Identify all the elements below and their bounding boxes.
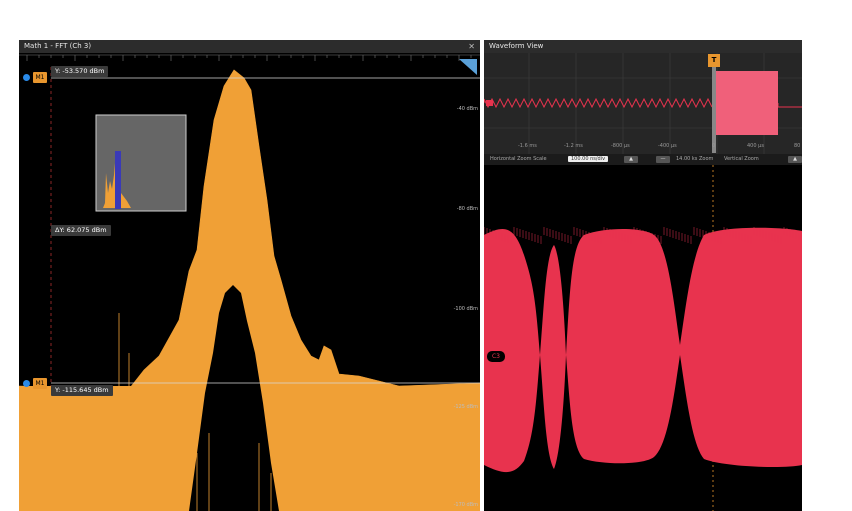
waveform-overview[interactable] bbox=[484, 53, 802, 154]
time-tick: -800 µs bbox=[611, 143, 630, 149]
v-zoom-label: Vertical Zoom bbox=[724, 156, 759, 162]
corner-indicator-icon bbox=[459, 59, 477, 75]
fft-titlebar: Math 1 - FFT (Ch 3) ✕ bbox=[19, 40, 480, 53]
trigger-marker[interactable]: T bbox=[708, 54, 720, 67]
time-tick: -1.2 ms bbox=[564, 143, 583, 149]
cursor-handle-icon[interactable] bbox=[23, 380, 30, 387]
time-tick: -400 µs bbox=[658, 143, 677, 149]
delta-readout: ΔY: 62.075 dBm bbox=[51, 225, 111, 236]
time-tick: 400 µs bbox=[747, 143, 764, 149]
waveform-panel[interactable]: Waveform View T -1.6 ms -1.2 ms -800 µs … bbox=[484, 40, 802, 511]
cursor-tag-bottom[interactable]: M1 bbox=[33, 378, 47, 389]
zoom-window bbox=[712, 63, 716, 153]
close-icon[interactable]: ✕ bbox=[468, 40, 475, 53]
zoom-in-button[interactable]: ▲ bbox=[624, 156, 638, 163]
y-tick-label: -100 dBm bbox=[453, 306, 478, 312]
zoom-bar: Horizontal Zoom Scale 100.00 ns/div ▲ — … bbox=[484, 154, 802, 165]
waveform-burst bbox=[484, 227, 802, 473]
time-tick: 80 bbox=[794, 143, 801, 149]
y-tick-label: -40 dBm bbox=[456, 106, 478, 112]
h-zoom-label: Horizontal Zoom Scale bbox=[490, 156, 547, 162]
time-tick: -1.6 ms bbox=[518, 143, 537, 149]
cursor-tag-top[interactable]: M1 bbox=[33, 72, 47, 83]
fft-title: Math 1 - FFT (Ch 3) bbox=[24, 42, 92, 50]
time-tick: 0 bbox=[712, 143, 716, 149]
fft-grid-ticks bbox=[26, 55, 472, 61]
cursor-readout-top: Y: -53.570 dBm bbox=[51, 66, 109, 77]
zoom-burst bbox=[716, 71, 778, 135]
v-zoom-button[interactable]: ▲ bbox=[788, 156, 802, 163]
fft-plot[interactable] bbox=[19, 53, 480, 511]
channel-badge[interactable]: C3 bbox=[486, 350, 506, 363]
y-tick-label: -80 dBm bbox=[456, 206, 478, 212]
cursor-handle-icon[interactable] bbox=[23, 74, 30, 81]
fft-inset-highlight bbox=[115, 151, 121, 209]
waveform-titlebar: Waveform View bbox=[484, 40, 802, 53]
y-tick-label: -125 dBm bbox=[453, 404, 478, 410]
waveform-main[interactable] bbox=[484, 165, 802, 511]
y-tick-label: -170 dBm bbox=[453, 502, 478, 508]
fft-panel[interactable]: Math 1 - FFT (Ch 3) ✕ -40 dBm -80 dBm -1… bbox=[19, 40, 480, 511]
cursor-readout-bottom: Y: -115.645 dBm bbox=[51, 385, 113, 396]
zoom-out-button[interactable]: — bbox=[656, 156, 670, 163]
ch-marker bbox=[486, 100, 493, 106]
h-zoom-scale-input[interactable]: 100.00 ns/div bbox=[568, 156, 609, 162]
waveform-title: Waveform View bbox=[489, 42, 544, 50]
zoom-position: 14.00 ks Zoom bbox=[676, 156, 714, 162]
